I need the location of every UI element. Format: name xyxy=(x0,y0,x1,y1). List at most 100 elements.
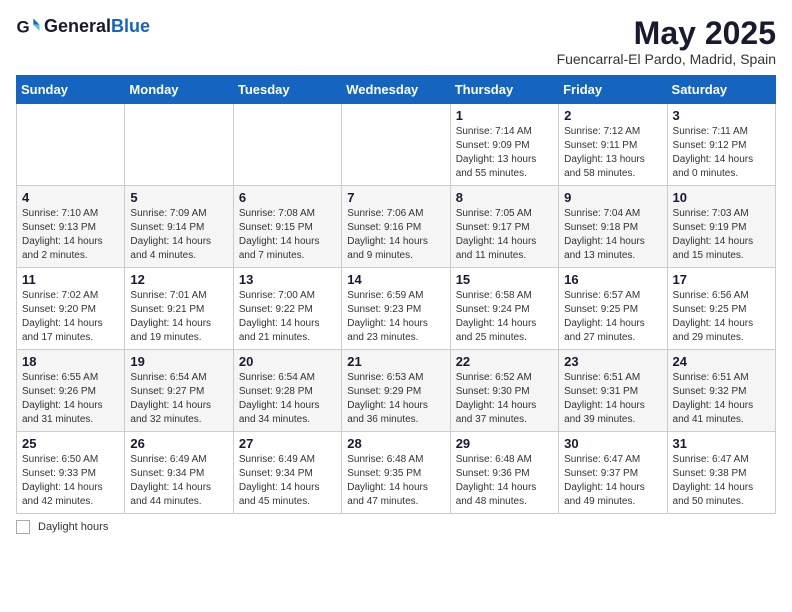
day-number: 2 xyxy=(564,108,661,123)
day-cell: 25 Sunrise: 6:50 AMSunset: 9:33 PMDayligh… xyxy=(17,432,125,514)
day-number: 12 xyxy=(130,272,227,287)
day-info: Sunrise: 6:53 AMSunset: 9:29 PMDaylight:… xyxy=(347,371,444,427)
day-info: Sunrise: 6:47 AMSunset: 9:38 PMDaylight:… xyxy=(673,453,770,509)
day-info: Sunrise: 7:09 AMSunset: 9:14 PMDaylight:… xyxy=(130,207,227,263)
day-cell xyxy=(125,104,233,186)
header-cell-friday: Friday xyxy=(559,76,667,104)
header-cell-thursday: Thursday xyxy=(450,76,558,104)
week-row-4: 18 Sunrise: 6:55 AMSunset: 9:26 PMDayligh… xyxy=(17,350,776,432)
day-cell: 5 Sunrise: 7:09 AMSunset: 9:14 PMDaylight… xyxy=(125,186,233,268)
day-cell: 4 Sunrise: 7:10 AMSunset: 9:13 PMDaylight… xyxy=(17,186,125,268)
day-cell: 29 Sunrise: 6:48 AMSunset: 9:36 PMDayligh… xyxy=(450,432,558,514)
day-number: 19 xyxy=(130,354,227,369)
week-row-3: 11 Sunrise: 7:02 AMSunset: 9:20 PMDayligh… xyxy=(17,268,776,350)
main-title: May 2025 xyxy=(557,16,776,51)
day-number: 9 xyxy=(564,190,661,205)
day-number: 24 xyxy=(673,354,770,369)
day-number: 27 xyxy=(239,436,336,451)
day-number: 4 xyxy=(22,190,119,205)
page-container: G GeneralBlue May 2025 Fuencarral-El Par… xyxy=(16,16,776,534)
day-cell: 12 Sunrise: 7:01 AMSunset: 9:21 PMDayligh… xyxy=(125,268,233,350)
logo-icon: G xyxy=(16,17,40,37)
day-info: Sunrise: 7:08 AMSunset: 9:15 PMDaylight:… xyxy=(239,207,336,263)
day-cell: 26Sunrise: 6:49 AMSunset: 9:34 PMDayligh… xyxy=(125,432,233,514)
day-number: 18 xyxy=(22,354,119,369)
day-info: Sunrise: 6:51 AMSunset: 9:31 PMDaylight:… xyxy=(564,371,661,427)
day-number: 6 xyxy=(239,190,336,205)
day-cell: 28 Sunrise: 6:48 AMSunset: 9:35 PMDayligh… xyxy=(342,432,450,514)
day-info: Sunrise: 6:47 AMSunset: 9:37 PMDaylight:… xyxy=(564,453,661,509)
day-cell: 27 Sunrise: 6:49 AMSunset: 9:34 PMDayligh… xyxy=(233,432,341,514)
day-info: Sunrise: 6:48 AMSunset: 9:35 PMDaylight:… xyxy=(347,453,444,509)
day-info: Sunrise: 7:10 AMSunset: 9:13 PMDaylight:… xyxy=(22,207,119,263)
day-cell: 30 Sunrise: 6:47 AMSunset: 9:37 PMDayligh… xyxy=(559,432,667,514)
logo-text-general: General xyxy=(44,16,111,36)
day-info: Sunrise: 7:05 AMSunset: 9:17 PMDaylight:… xyxy=(456,207,553,263)
day-cell: 10Sunrise: 7:03 AMSunset: 9:19 PMDayligh… xyxy=(667,186,775,268)
svg-text:G: G xyxy=(16,17,29,36)
day-number: 14 xyxy=(347,272,444,287)
day-cell: 9 Sunrise: 7:04 AMSunset: 9:18 PMDaylight… xyxy=(559,186,667,268)
day-number: 29 xyxy=(456,436,553,451)
day-info: Sunrise: 6:55 AMSunset: 9:26 PMDaylight:… xyxy=(22,371,119,427)
day-cell: 8Sunrise: 7:05 AMSunset: 9:17 PMDaylight… xyxy=(450,186,558,268)
calendar-table: SundayMondayTuesdayWednesdayThursdayFrid… xyxy=(16,75,776,514)
day-cell: 2Sunrise: 7:12 AMSunset: 9:11 PMDaylight… xyxy=(559,104,667,186)
day-number: 21 xyxy=(347,354,444,369)
day-cell: 23Sunrise: 6:51 AMSunset: 9:31 PMDayligh… xyxy=(559,350,667,432)
day-cell: 3 Sunrise: 7:11 AMSunset: 9:12 PMDaylight… xyxy=(667,104,775,186)
day-info: Sunrise: 7:02 AMSunset: 9:20 PMDaylight:… xyxy=(22,289,119,345)
day-number: 28 xyxy=(347,436,444,451)
header-cell-sunday: Sunday xyxy=(17,76,125,104)
day-number: 31 xyxy=(673,436,770,451)
header-cell-wednesday: Wednesday xyxy=(342,76,450,104)
day-cell: 20Sunrise: 6:54 AMSunset: 9:28 PMDayligh… xyxy=(233,350,341,432)
day-info: Sunrise: 6:52 AMSunset: 9:30 PMDaylight:… xyxy=(456,371,553,427)
day-number: 17 xyxy=(673,272,770,287)
day-number: 30 xyxy=(564,436,661,451)
header-cell-saturday: Saturday xyxy=(667,76,775,104)
logo-text-blue: Blue xyxy=(111,16,150,36)
day-info: Sunrise: 6:49 AMSunset: 9:34 PMDaylight:… xyxy=(239,453,336,509)
day-cell: 16Sunrise: 6:57 AMSunset: 9:25 PMDayligh… xyxy=(559,268,667,350)
day-number: 1 xyxy=(456,108,553,123)
day-info: Sunrise: 6:48 AMSunset: 9:36 PMDaylight:… xyxy=(456,453,553,509)
day-info: Sunrise: 6:58 AMSunset: 9:24 PMDaylight:… xyxy=(456,289,553,345)
day-number: 5 xyxy=(130,190,227,205)
day-cell: 22 Sunrise: 6:52 AMSunset: 9:30 PMDayligh… xyxy=(450,350,558,432)
day-info: Sunrise: 7:04 AMSunset: 9:18 PMDaylight:… xyxy=(564,207,661,263)
subtitle: Fuencarral-El Pardo, Madrid, Spain xyxy=(557,51,776,67)
week-row-1: 1 Sunrise: 7:14 AMSunset: 9:09 PMDaylight… xyxy=(17,104,776,186)
day-info: Sunrise: 7:06 AMSunset: 9:16 PMDaylight:… xyxy=(347,207,444,263)
day-cell: 1 Sunrise: 7:14 AMSunset: 9:09 PMDaylight… xyxy=(450,104,558,186)
day-cell: 6 Sunrise: 7:08 AMSunset: 9:15 PMDaylight… xyxy=(233,186,341,268)
day-info: Sunrise: 7:03 AMSunset: 9:19 PMDaylight:… xyxy=(673,207,770,263)
day-cell: 17Sunrise: 6:56 AMSunset: 9:25 PMDayligh… xyxy=(667,268,775,350)
day-cell xyxy=(342,104,450,186)
day-info: Sunrise: 6:50 AMSunset: 9:33 PMDaylight:… xyxy=(22,453,119,509)
day-number: 3 xyxy=(673,108,770,123)
day-info: Sunrise: 7:14 AMSunset: 9:09 PMDaylight:… xyxy=(456,125,553,181)
day-cell: 21 Sunrise: 6:53 AMSunset: 9:29 PMDayligh… xyxy=(342,350,450,432)
day-cell: 15Sunrise: 6:58 AMSunset: 9:24 PMDayligh… xyxy=(450,268,558,350)
header-cell-monday: Monday xyxy=(125,76,233,104)
day-info: Sunrise: 7:11 AMSunset: 9:12 PMDaylight:… xyxy=(673,125,770,181)
header: G GeneralBlue May 2025 Fuencarral-El Par… xyxy=(16,16,776,67)
daylight-hours-label: Daylight hours xyxy=(38,521,108,533)
day-cell: 24Sunrise: 6:51 AMSunset: 9:32 PMDayligh… xyxy=(667,350,775,432)
title-area: May 2025 Fuencarral-El Pardo, Madrid, Sp… xyxy=(557,16,776,67)
day-info: Sunrise: 7:00 AMSunset: 9:22 PMDaylight:… xyxy=(239,289,336,345)
day-info: Sunrise: 6:57 AMSunset: 9:25 PMDaylight:… xyxy=(564,289,661,345)
day-cell: 14 Sunrise: 6:59 AMSunset: 9:23 PMDayligh… xyxy=(342,268,450,350)
day-number: 11 xyxy=(22,272,119,287)
day-number: 22 xyxy=(456,354,553,369)
day-cell xyxy=(233,104,341,186)
day-info: Sunrise: 6:59 AMSunset: 9:23 PMDaylight:… xyxy=(347,289,444,345)
day-cell: 13Sunrise: 7:00 AMSunset: 9:22 PMDayligh… xyxy=(233,268,341,350)
header-row: SundayMondayTuesdayWednesdayThursdayFrid… xyxy=(17,76,776,104)
day-number: 25 xyxy=(22,436,119,451)
header-cell-tuesday: Tuesday xyxy=(233,76,341,104)
day-info: Sunrise: 7:01 AMSunset: 9:21 PMDaylight:… xyxy=(130,289,227,345)
day-number: 26 xyxy=(130,436,227,451)
logo: G GeneralBlue xyxy=(16,16,150,37)
